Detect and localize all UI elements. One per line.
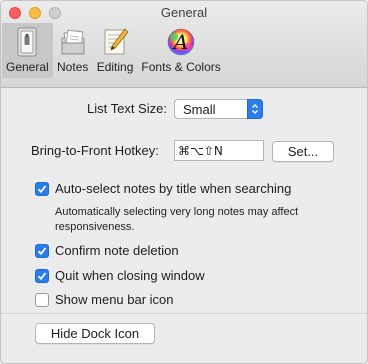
preferences-window: General General Notes Editing A Fonts & …	[0, 0, 368, 364]
divider	[1, 313, 367, 314]
checkmark-icon	[37, 184, 47, 193]
auto-select-note: Automatically selecting very long notes …	[55, 206, 299, 233]
menu-bar-icon-checkbox[interactable]	[35, 292, 49, 307]
tab-fonts-colors[interactable]: A Fonts & Colors	[137, 23, 224, 78]
preferences-toolbar: General Notes Editing A Fonts & Colors	[2, 23, 225, 78]
general-pane: List Text Size: Small Bring-to-Front Hot…	[1, 88, 367, 363]
list-text-size-select[interactable]: Small	[174, 99, 263, 119]
menu-bar-icon-label: Show menu bar icon	[55, 292, 174, 307]
set-hotkey-button[interactable]: Set...	[272, 141, 334, 162]
auto-select-option[interactable]: Auto-select notes by title when searchin…	[35, 181, 291, 196]
hotkey-label: Bring-to-Front Hotkey:	[31, 143, 159, 158]
svg-text:A: A	[172, 30, 188, 54]
titlebar: General General Notes Editing A Fonts & …	[1, 1, 367, 88]
menu-bar-icon-option[interactable]: Show menu bar icon	[35, 292, 174, 307]
window-title: General	[160, 5, 208, 20]
editing-icon	[99, 26, 131, 58]
tab-label: Editing	[96, 60, 134, 74]
checkmark-icon	[37, 246, 47, 255]
tab-editing[interactable]: Editing	[93, 23, 138, 78]
hotkey-field[interactable]: ⌘⌥⇧N	[174, 140, 264, 161]
confirm-delete-checkbox[interactable]	[35, 243, 49, 258]
tab-label: Fonts & Colors	[141, 60, 221, 74]
quit-on-close-label: Quit when closing window	[55, 268, 205, 283]
general-switch-icon	[11, 26, 43, 58]
list-text-size-row: List Text Size:	[87, 101, 167, 116]
hotkey-value: ⌘⌥⇧N	[178, 143, 223, 158]
tab-notes[interactable]: Notes	[53, 23, 93, 78]
hide-dock-icon-button[interactable]: Hide Dock Icon	[35, 323, 155, 344]
hide-dock-icon-button-label: Hide Dock Icon	[50, 326, 140, 341]
quit-on-close-checkbox[interactable]	[35, 268, 49, 283]
set-hotkey-button-label: Set...	[287, 144, 319, 159]
auto-select-label: Auto-select notes by title when searchin…	[55, 181, 292, 196]
popup-arrows-icon	[247, 99, 263, 119]
tab-label: General	[6, 60, 49, 74]
tab-label: Notes	[57, 60, 89, 74]
notes-icon	[57, 26, 89, 58]
hotkey-row: Bring-to-Front Hotkey:	[31, 143, 159, 158]
quit-on-close-option[interactable]: Quit when closing window	[35, 268, 205, 283]
checkmark-icon	[37, 271, 47, 280]
confirm-delete-label: Confirm note deletion	[55, 243, 179, 258]
auto-select-checkbox[interactable]	[35, 181, 49, 196]
tab-general[interactable]: General	[2, 23, 53, 78]
confirm-delete-option[interactable]: Confirm note deletion	[35, 243, 179, 258]
list-text-size-label: List Text Size:	[87, 101, 167, 116]
list-text-size-value: Small	[183, 101, 216, 117]
fonts-colors-icon: A	[165, 26, 197, 58]
